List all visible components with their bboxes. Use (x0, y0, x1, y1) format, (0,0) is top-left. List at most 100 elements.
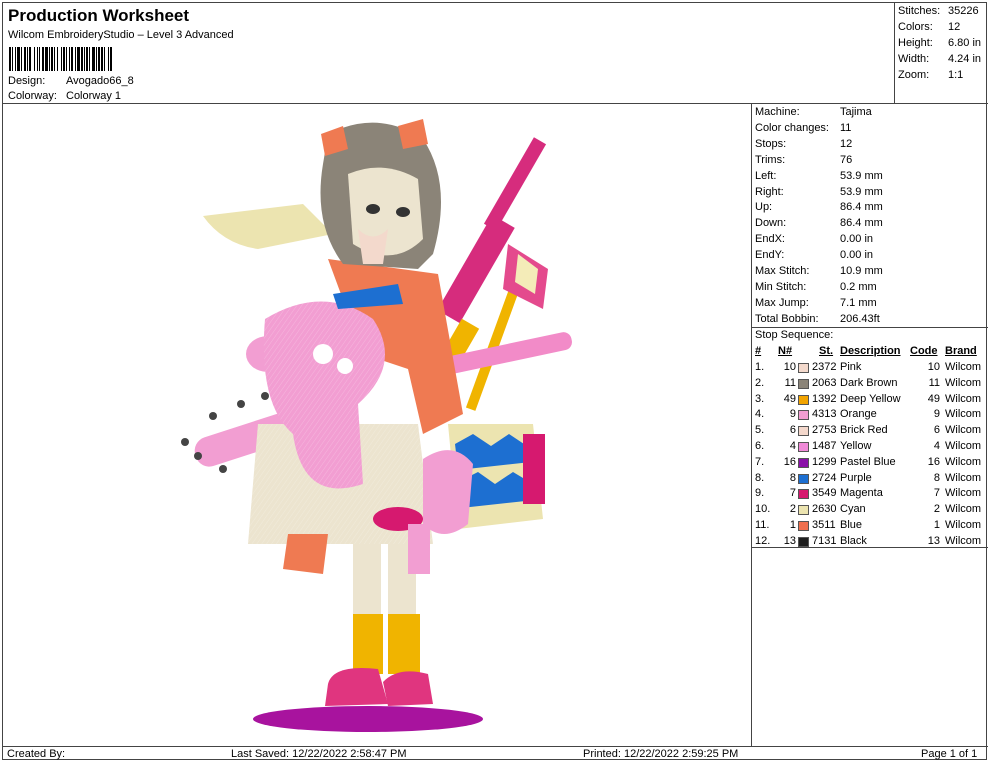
summary-row: Stitches: 35226 (898, 5, 979, 17)
color-swatch (798, 521, 809, 531)
machine-info-row: Max Jump: 7.1 mm (755, 297, 877, 309)
machine-info-value: 206.43ft (840, 312, 880, 325)
table-row: 10. 2 2630 Cyan 2 Wilcom (752, 503, 988, 519)
machine-info-row: Color changes: 11 (755, 122, 851, 134)
thread-brand: Wilcom (945, 392, 982, 405)
machine-info-value: Tajima (840, 106, 872, 118)
machine-info-value: 0.00 in (840, 249, 874, 262)
row-number: 9. (755, 487, 765, 500)
machine-info-label: EndY: (755, 249, 785, 262)
page-number: Page 1 of 1 (921, 748, 978, 760)
machine-info-row: Trims: 76 (755, 154, 852, 166)
machine-info-label: Min Stitch: (755, 280, 807, 293)
thread-description: Pastel Blue (840, 455, 896, 468)
machine-info: Machine: Tajima Color changes: 11 Stops: 12 Tr… (752, 104, 988, 328)
design-value: Avogado66_8 (66, 75, 134, 87)
color-swatch (798, 426, 809, 437)
machine-info-row: Down: 86.4 mm (755, 217, 883, 229)
thread-code: 6 (933, 424, 940, 437)
machine-info-row: Stops: 12 (755, 138, 852, 150)
stitch-count: 2630 (812, 503, 837, 516)
colorway-row: Colorway: Colorway 1 (8, 90, 121, 102)
row-number: 12. (755, 534, 771, 547)
summary-value: 1:1 (948, 69, 964, 81)
summary-value: 4.24 in (948, 53, 982, 65)
color-swatch (798, 363, 809, 373)
table-row: 8. 8 2724 Purple 8 Wilcom (752, 472, 988, 488)
summary-value: 35226 (948, 5, 979, 17)
color-swatch (798, 378, 809, 389)
machine-info-label: Max Stitch: (755, 265, 810, 277)
machine-info-value: 86.4 mm (840, 217, 883, 230)
thread-code: 10 (927, 361, 940, 373)
stitch-count: 2753 (812, 424, 837, 437)
summary-label: Width: (898, 53, 930, 65)
col-n-header: N# (778, 345, 793, 357)
machine-info-label: Down: (755, 217, 787, 230)
thread-description: Black (840, 534, 867, 547)
summary-row: Zoom: 1:1 (898, 69, 963, 81)
summary-label: Zoom: (898, 69, 930, 81)
row-number: 8. (755, 471, 765, 484)
row-number: 4. (755, 408, 765, 421)
color-swatch (798, 410, 809, 421)
machine-info-value: 0.2 mm (840, 280, 877, 293)
barcode-icon (9, 47, 175, 71)
table-row: 7. 16 1299 Pastel Blue 16 Wilcom (752, 456, 988, 472)
row-number: 6. (755, 440, 765, 452)
thread-code: 49 (927, 392, 940, 405)
machine-info-value: 53.9 mm (840, 169, 883, 182)
machine-info-label: Total Bobbin: (755, 312, 819, 325)
table-row: 3. 49 1392 Deep Yellow 49 Wilcom (752, 393, 988, 409)
thread-brand: Wilcom (945, 534, 982, 547)
stitch-count: 2372 (812, 361, 837, 373)
machine-info-value: 53.9 mm (840, 185, 883, 198)
thread-brand: Wilcom (945, 440, 982, 452)
machine-info-row: Total Bobbin: 206.43ft (755, 313, 880, 325)
summary-row: Height: 6.80 in (898, 37, 981, 49)
thread-description: Purple (840, 471, 872, 484)
thread-description: Dark Brown (840, 376, 898, 389)
machine-info-value: 76 (840, 153, 853, 166)
machine-info-value: 0.00 in (840, 233, 874, 246)
needle-number: 9 (789, 408, 796, 421)
worksheet-footer: Created By: Last Saved: 12/22/2022 2:58:… (3, 746, 988, 761)
color-swatch (798, 489, 809, 500)
thread-brand: Wilcom (945, 503, 982, 516)
needle-number: 13 (783, 534, 796, 547)
table-row: 5. 6 2753 Brick Red 6 Wilcom (752, 424, 988, 440)
stitch-count: 1392 (812, 392, 837, 405)
needle-number: 16 (783, 455, 796, 468)
stitch-count: 1487 (812, 440, 837, 452)
table-row: 4. 9 4313 Orange 9 Wilcom (752, 408, 988, 424)
design-row: Design: Avogado66_8 (8, 75, 134, 87)
table-row: 6. 4 1487 Yellow 4 Wilcom (752, 440, 988, 456)
stitch-count: 4313 (812, 408, 837, 421)
col-code-header: Code (910, 345, 938, 357)
machine-info-value: 7.1 mm (840, 296, 877, 309)
stop-sequence-title: Stop Sequence: (755, 329, 834, 341)
thread-brand: Wilcom (945, 519, 982, 531)
worksheet: Production Worksheet Wilcom EmbroiderySt… (2, 2, 988, 761)
colorway-value: Colorway 1 (66, 90, 122, 102)
thread-code: 1 (933, 519, 940, 531)
needle-number: 11 (784, 376, 796, 389)
row-number: 1. (755, 361, 765, 373)
needle-number: 2 (789, 503, 796, 516)
needle-number: 8 (789, 471, 796, 484)
machine-info-row: Right: 53.9 mm (755, 186, 883, 198)
stop-sequence-table: Stop Sequence: # N# St. Description Code… (752, 328, 988, 548)
needle-number: 4 (789, 440, 796, 452)
thread-code: 4 (933, 440, 940, 452)
thread-description: Pink (840, 361, 862, 373)
stitch-count: 2724 (812, 471, 837, 484)
thread-brand: Wilcom (945, 455, 982, 468)
stitch-count: 3511 (812, 519, 836, 531)
thread-description: Yellow (840, 440, 872, 452)
embroidery-design-image (181, 119, 572, 732)
summary-row: Colors: 12 (898, 21, 960, 33)
color-swatch (798, 536, 809, 547)
thread-description: Magenta (840, 487, 883, 500)
col-stitches-header: St. (819, 345, 834, 357)
thread-code: 8 (933, 471, 940, 484)
